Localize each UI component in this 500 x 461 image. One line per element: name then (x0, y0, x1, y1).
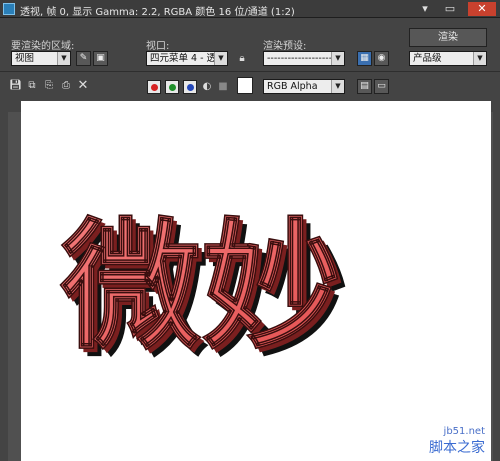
red-channel-icon (151, 84, 158, 91)
blue-channel-icon (187, 84, 194, 91)
canvas-text: 微妙 (60, 206, 341, 369)
chevron-down-icon: ▼ (57, 52, 70, 65)
rendered-3d-text: 微妙 微妙 微妙 (59, 205, 349, 377)
render-preset-label: 渲染预设: (263, 41, 307, 52)
watermark-site: jb51.net (443, 426, 485, 437)
green-channel-toggle[interactable] (165, 80, 179, 94)
clear-icon[interactable]: ✕ (77, 78, 89, 93)
window-title: 透视, 帧 0, 显示 Gamma: 2.2, RGBA 颜色 16 位/通道 … (20, 7, 295, 18)
copy-image-icon[interactable]: ⎘ (43, 80, 55, 91)
quality-dropdown[interactable]: 产品级 ▼ (409, 51, 487, 66)
toggle-overlay-icon[interactable]: ▭ (374, 79, 389, 94)
toolbar-divider (0, 71, 500, 72)
render-button[interactable]: 渲染 (409, 28, 487, 47)
red-channel-toggle[interactable] (147, 80, 161, 94)
chevron-down-icon: ▼ (214, 52, 227, 65)
render-preset-dropdown[interactable]: ------------------------- ▼ (263, 51, 345, 66)
auto-region-icon[interactable]: ▣ (93, 51, 108, 66)
chevron-down-icon: ▼ (331, 80, 344, 93)
area-to-render-value: 视图 (15, 53, 35, 64)
print-icon[interactable]: ⎙ (60, 80, 72, 91)
save-image-icon[interactable]: 💾︎ (9, 80, 22, 91)
chevron-down-icon: ▼ (473, 52, 486, 65)
monochrome-icon[interactable]: ■ (218, 81, 228, 92)
close-button[interactable]: ✕ (468, 2, 496, 16)
display-channel-value: RGB Alpha (267, 81, 318, 92)
quality-value: 产品级 (413, 53, 442, 64)
toggle-ui-icon[interactable]: ▤ (357, 79, 372, 94)
render-setup-icon[interactable]: ▦ (357, 51, 372, 66)
color-swatch[interactable] (237, 77, 253, 94)
app-icon (3, 3, 15, 15)
green-channel-icon (169, 84, 176, 91)
area-to-render-dropdown[interactable]: 视图 ▼ (11, 51, 71, 66)
viewport-dropdown[interactable]: 四元菜单 4 - 透视 ▼ (146, 51, 228, 66)
title-bar: 透视, 帧 0, 显示 Gamma: 2.2, RGBA 颜色 16 位/通道 … (0, 0, 500, 18)
blue-channel-toggle[interactable] (183, 80, 197, 94)
watermark: jb51.net 脚本之家 (429, 426, 485, 457)
display-channel-dropdown[interactable]: RGB Alpha ▼ (263, 79, 345, 94)
render-canvas: 微妙 微妙 微妙 jb51.net 脚本之家 (21, 101, 491, 461)
area-to-render-label: 要渲染的区域: (11, 41, 75, 52)
restore-button[interactable]: ▭ (440, 2, 460, 16)
watermark-name: 脚本之家 (429, 440, 485, 456)
viewport-label: 视口: (146, 41, 170, 52)
environment-icon[interactable]: ◉ (374, 51, 389, 66)
lock-icon[interactable]: 🔒︎ (236, 53, 248, 64)
chevron-down-icon: ▼ (331, 52, 344, 65)
clone-frame-icon[interactable]: ⧉ (26, 80, 38, 91)
alpha-display-icon[interactable]: ◐ (202, 81, 212, 92)
edit-region-icon[interactable]: ✎ (76, 51, 91, 66)
minimize-button[interactable]: ▾ (415, 2, 435, 16)
